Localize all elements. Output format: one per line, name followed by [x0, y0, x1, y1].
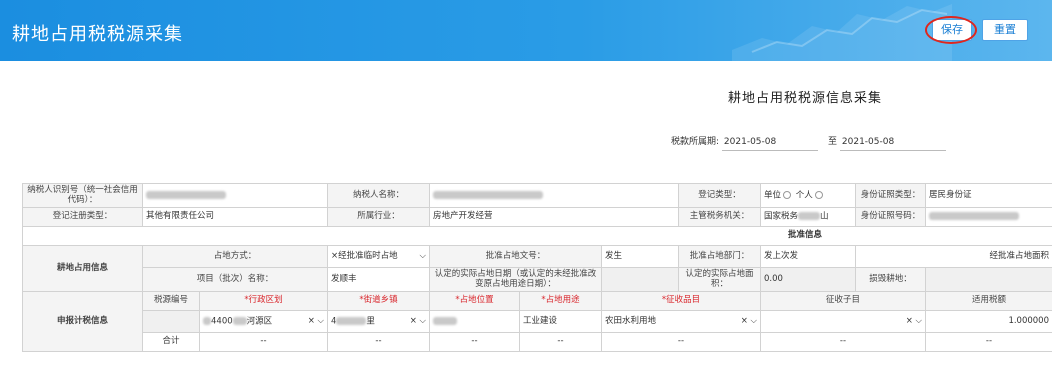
reg-type-radios[interactable]: 单位 个人 — [760, 183, 856, 208]
actual-area-input[interactable]: 0.00 — [760, 267, 856, 292]
total-cell: -- — [925, 332, 1052, 352]
radio-unit[interactable] — [783, 190, 792, 199]
id-type-label: 身份证照类型： — [855, 183, 926, 208]
save-button[interactable]: 保存 — [932, 19, 972, 41]
project-value[interactable]: 发顺丰 — [327, 267, 430, 292]
chevron-down-icon[interactable]: × ⌵ — [906, 316, 922, 326]
dept-value[interactable]: 发上次发 — [760, 245, 856, 268]
declare-group-label: 申报计税信息 — [22, 291, 143, 352]
total-cell: -- — [327, 332, 430, 352]
chevron-down-icon[interactable]: × ⌵ — [410, 316, 426, 326]
table-row: 4400 河源区 × ⌵ 4里 × ⌵ 工业建设 农田水利用地 × ⌵ × ⌵ 1… — [23, 310, 1052, 333]
reg-type-label: 登记类型： — [678, 183, 761, 208]
period-start: 税款所属期: 2021-05-08 — [671, 134, 818, 151]
rate-value: 1.000000 — [925, 310, 1052, 333]
taxpayer-name-value — [429, 183, 679, 208]
total-cell: -- — [601, 332, 761, 352]
app-header: 耕地占用税税源采集 — [0, 0, 1052, 61]
col-street: *街道乡镇 — [327, 291, 430, 311]
period-label: 税款所属期: — [671, 137, 720, 147]
period-to-label: 至 — [828, 137, 838, 147]
reg-class-value: 其他有限责任公司 — [142, 207, 328, 227]
reset-button[interactable]: 重置 — [982, 19, 1028, 41]
district-select[interactable]: 4400 河源区 × ⌵ — [199, 310, 328, 333]
approved-area-label: 经批准占地面积 — [855, 245, 1052, 268]
industry-value: 房地产开发经营 — [429, 207, 679, 227]
page-title: 耕地占用税税源采集 — [12, 24, 183, 45]
taxpayer-name-label: 纳税人名称： — [327, 183, 430, 208]
total-label: 合计 — [142, 332, 200, 352]
street-select[interactable]: 4里 × ⌵ — [327, 310, 430, 333]
period-end: 至 2021-05-08 — [828, 134, 946, 151]
col-item: *征收品目 — [601, 291, 761, 311]
total-cell: -- — [429, 332, 520, 352]
col-rate: 适用税额 — [925, 291, 1052, 311]
usage-value[interactable]: 工业建设 — [519, 310, 602, 333]
occupy-way-select[interactable]: ×经批准临时占地 ⌵ — [327, 245, 430, 268]
form-title: 耕地占用税税源信息采集 — [728, 91, 883, 106]
id-type-value[interactable]: 居民身份证 — [925, 183, 1052, 208]
doc-no-value[interactable]: 发生 — [601, 245, 679, 268]
chevron-down-icon[interactable]: ⌵ — [420, 251, 426, 261]
col-subitem: 征收子目 — [760, 291, 926, 311]
project-label: 项目（批次）名称： — [142, 267, 328, 292]
id-no-value[interactable] — [925, 207, 1052, 227]
total-cell: -- — [199, 332, 328, 352]
reg-class-label: 登记注册类型： — [22, 207, 143, 227]
doc-no-label: 批准占地文号： — [429, 245, 602, 268]
damaged-label: 损毁耕地： — [855, 267, 926, 292]
col-district: *行政区划 — [199, 291, 328, 311]
chevron-down-icon[interactable]: × ⌵ — [741, 316, 757, 326]
subitem-select[interactable]: × ⌵ — [760, 310, 926, 333]
actual-date-label: 认定的实际占地日期（或认定的未经批准改变原占地用途日期）： — [429, 267, 602, 292]
farmland-group-label: 耕地占用信息 — [22, 245, 143, 292]
occupy-way-label: 占地方式： — [142, 245, 328, 268]
id-no-label: 身份证照号码： — [855, 207, 926, 227]
source-no-cell — [142, 310, 200, 333]
dept-label: 批准占地部门： — [678, 245, 761, 268]
col-source-no: 税源编号 — [142, 291, 200, 311]
total-cell: -- — [760, 332, 926, 352]
taxpayer-id-value — [142, 183, 328, 208]
tax-office-value: 国家税务山 — [760, 207, 856, 227]
period-start-input[interactable]: 2021-05-08 — [721, 137, 818, 151]
radio-individual[interactable] — [814, 190, 823, 199]
col-usage: *占地用途 — [519, 291, 602, 311]
tax-source-form: 纳税人识别号（统一社会信用代码）： 纳税人名称： 登记类型： 单位 个人 身份证… — [22, 183, 1052, 352]
total-cell: -- — [519, 332, 602, 352]
industry-label: 所属行业： — [327, 207, 430, 227]
chevron-down-icon[interactable]: × ⌵ — [308, 316, 324, 326]
period-end-input[interactable]: 2021-05-08 — [839, 137, 946, 151]
damaged-input[interactable] — [925, 267, 1052, 292]
location-input[interactable] — [429, 310, 520, 333]
actual-date-input[interactable] — [601, 267, 679, 292]
taxpayer-id-label: 纳税人识别号（统一社会信用代码）： — [22, 183, 143, 208]
col-location: *占地位置 — [429, 291, 520, 311]
great-wall-decoration — [732, 4, 952, 61]
item-select[interactable]: 农田水利用地 × ⌵ — [601, 310, 761, 333]
actual-area-label: 认定的实际占地面积： — [678, 267, 761, 292]
approval-section-label: 批准信息 — [22, 226, 1052, 246]
tax-office-label: 主管税务机关： — [678, 207, 761, 227]
